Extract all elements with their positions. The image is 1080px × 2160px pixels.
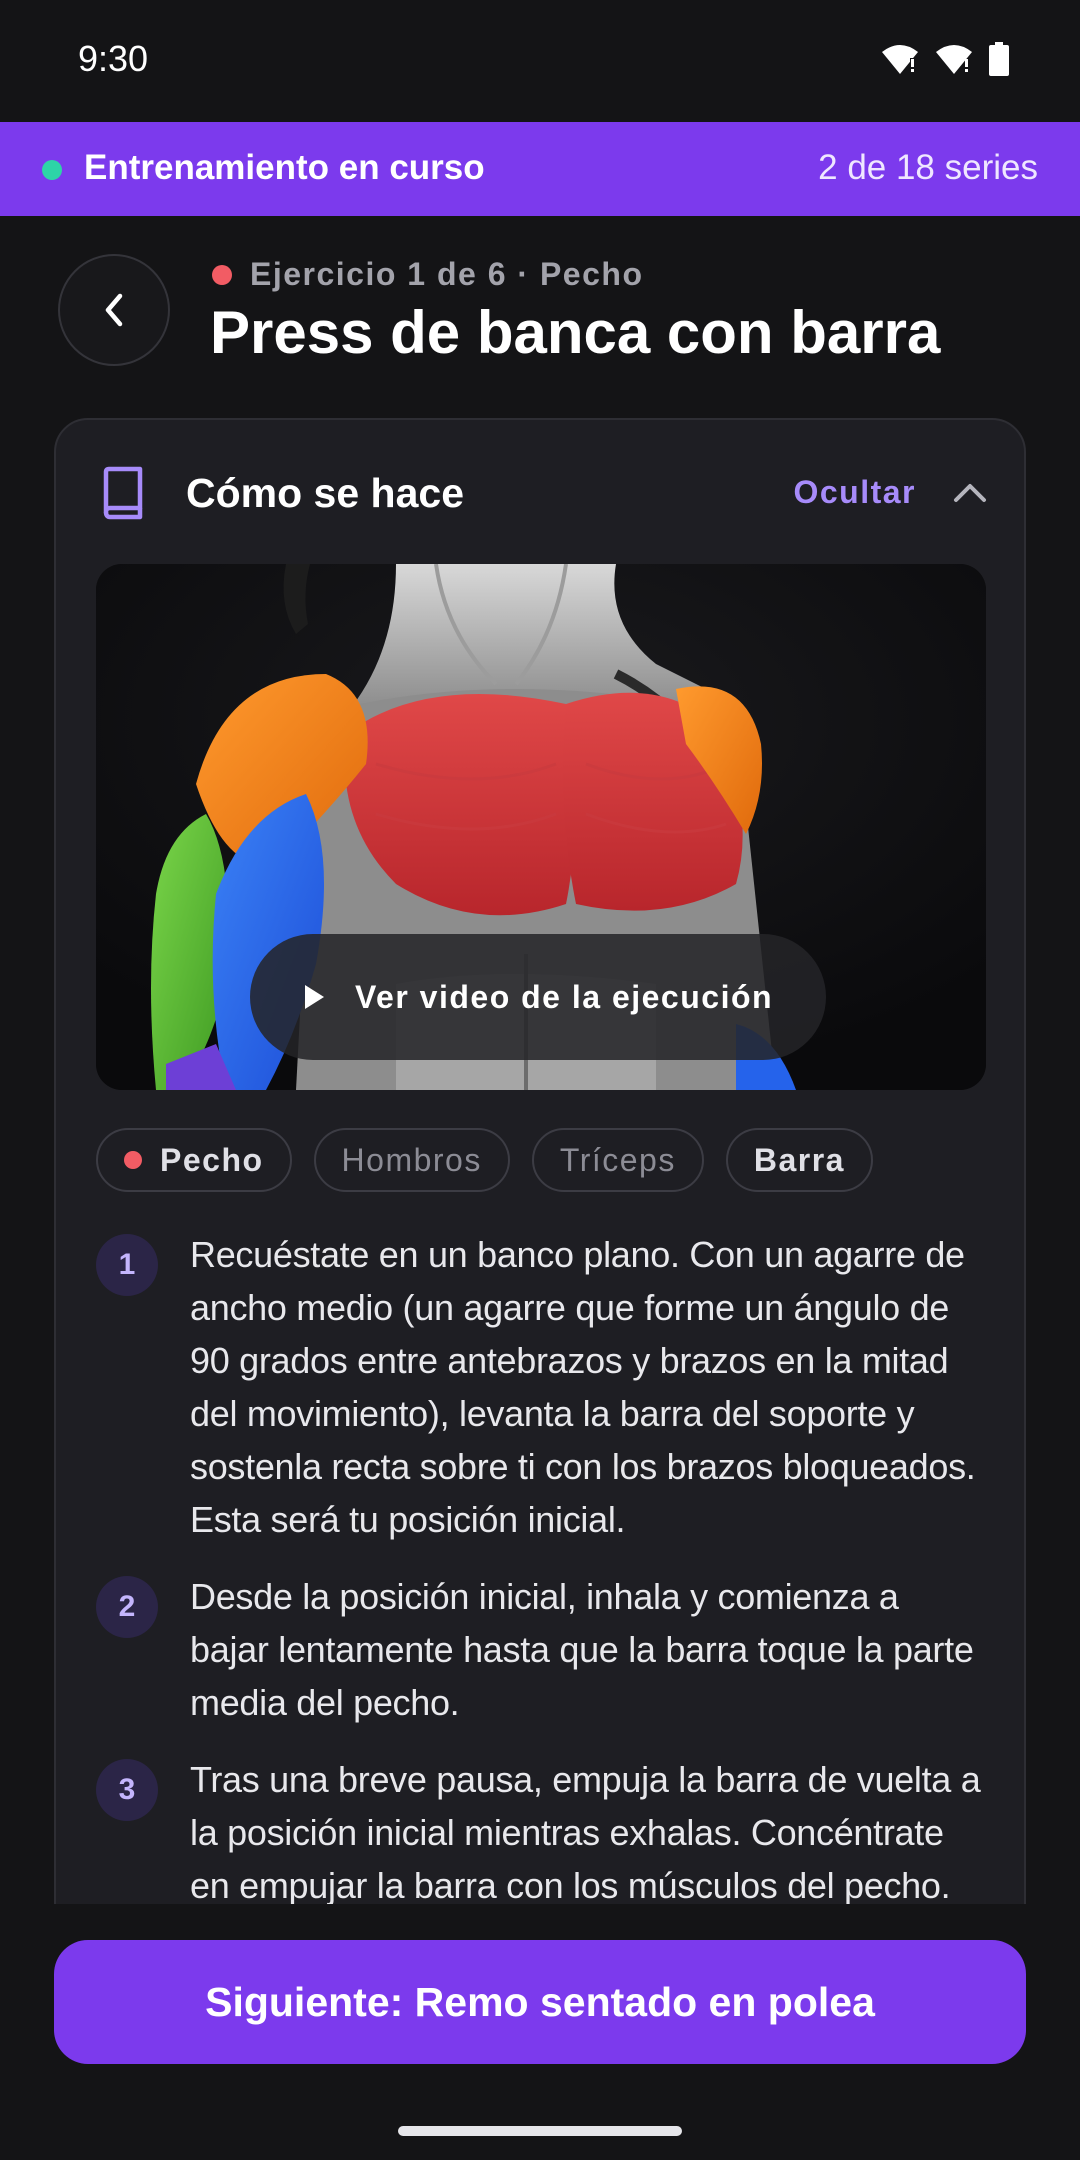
instruction-step: 2 Desde la posición inicial, inhala y co… <box>96 1570 986 1729</box>
banner-title: Entrenamiento en curso <box>84 148 485 187</box>
how-to-card: Cómo se hace Ocultar Ver video de la eje… <box>54 418 1026 2038</box>
step-number: 3 <box>96 1759 158 1821</box>
chip-label: Tríceps <box>559 1141 676 1178</box>
muscle-chips: Pecho Hombros Tríceps Barra <box>96 1128 873 1192</box>
play-icon <box>304 985 324 1009</box>
step-number: 1 <box>96 1234 158 1296</box>
chip-label: Pecho <box>160 1141 264 1178</box>
instruction-steps: 1 Recuéstate en un banco plano. Con un a… <box>96 1228 986 1936</box>
status-time: 9:30 <box>78 38 149 79</box>
step-number: 2 <box>96 1576 158 1638</box>
exercise-meta: Ejercicio 1 de 6 · Pecho <box>212 256 643 293</box>
chip-chest[interactable]: Pecho <box>96 1128 292 1192</box>
chevron-left-icon <box>105 293 123 327</box>
wifi-icon <box>882 45 918 74</box>
exercise-video-thumbnail[interactable]: Ver video de la ejecución <box>96 564 986 1090</box>
muscle-dot <box>212 264 232 285</box>
chip-label: Barra <box>753 1141 845 1178</box>
chip-barbell[interactable]: Barra <box>725 1128 873 1192</box>
live-indicator-dot <box>42 160 62 180</box>
step-text: Tras una breve pausa, empuja la barra de… <box>190 1759 981 1906</box>
how-to-title: Cómo se hace <box>186 470 464 516</box>
chip-shoulders[interactable]: Hombros <box>313 1128 510 1192</box>
signal-icon <box>936 45 972 74</box>
next-exercise-label: Siguiente: Remo sentado en polea <box>205 1978 875 2025</box>
workout-banner[interactable]: Entrenamiento en curso 2 de 18 series <box>0 122 1080 216</box>
chip-chest-dot <box>124 1151 142 1169</box>
exercise-counter: Ejercicio 1 de 6 · Pecho <box>250 256 644 292</box>
set-progress: 2 de 18 series <box>818 148 1038 187</box>
watch-video-button[interactable]: Ver video de la ejecución <box>250 934 826 1060</box>
hide-label: Ocultar <box>793 473 916 510</box>
home-indicator[interactable] <box>398 2126 682 2136</box>
next-exercise-button[interactable]: Siguiente: Remo sentado en polea <box>54 1940 1026 2064</box>
watch-video-label: Ver video de la ejecución <box>354 978 774 1015</box>
step-text: Desde la posición inicial, inhala y comi… <box>190 1576 974 1723</box>
back-button[interactable] <box>58 254 170 366</box>
hide-toggle-button[interactable]: Ocultar <box>793 468 988 516</box>
chip-label: Hombros <box>341 1141 482 1178</box>
chip-triceps[interactable]: Tríceps <box>531 1128 704 1192</box>
chevron-up-icon <box>954 484 986 502</box>
book-icon <box>103 466 143 520</box>
status-bar: 9:30 <box>0 0 1080 122</box>
page-title: Press de banca con barra <box>210 299 941 366</box>
battery-icon <box>989 42 1009 76</box>
instruction-step: 1 Recuéstate en un banco plano. Con un a… <box>96 1228 986 1546</box>
status-icons <box>880 42 1010 76</box>
step-text: Recuéstate en un banco plano. Con un aga… <box>190 1234 976 1540</box>
instruction-step: 3 Tras una breve pausa, empuja la barra … <box>96 1753 986 1912</box>
